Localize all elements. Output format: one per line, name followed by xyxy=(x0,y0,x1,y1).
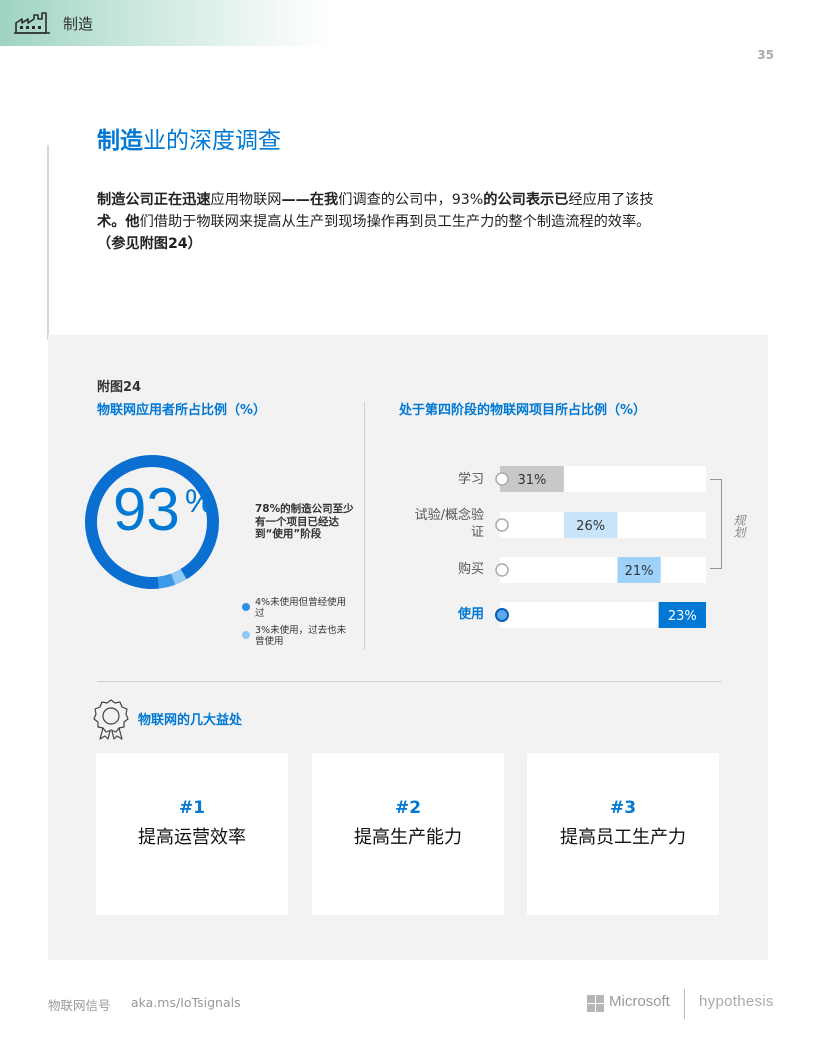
page-title: 制造业的深度调查 xyxy=(97,128,281,154)
legend-dot xyxy=(242,631,250,639)
bar-label-purchase: 购买 xyxy=(457,562,484,577)
legend-dot xyxy=(242,603,250,611)
vertical-divider xyxy=(364,402,365,650)
donut-percent-sign: % xyxy=(185,483,214,519)
benefit-rank: #2 xyxy=(394,798,422,818)
benefit-text: 提高生产能力 xyxy=(354,827,462,848)
page-number: 35 xyxy=(757,48,774,62)
bar-chart-title: 处于第四阶段的物联网项目所占比例（%） xyxy=(399,403,647,418)
bar-label-learning: 学习 xyxy=(457,472,484,487)
donut-note: 78%的制造公司至少有一个项目已经达到“使用”阶段 xyxy=(255,503,354,540)
footer-separator xyxy=(684,989,685,1019)
horizontal-divider xyxy=(97,681,722,682)
donut-chart-title: 物联网应用者所占比例（%） xyxy=(97,403,267,418)
planning-bracket xyxy=(710,479,722,569)
benefit-card-3: #3 提高员工生产力 xyxy=(527,753,719,915)
benefit-text: 提高员工生产力 xyxy=(560,827,686,848)
factory-icon xyxy=(14,12,50,34)
benefit-card-1: #1 提高运营效率 xyxy=(96,753,288,915)
header-title: 制造 xyxy=(63,15,94,33)
intro-paragraph: 制造公司正在迅速应用物联网——在我们调查的公司中，93%的公司表示已经应用了该技… xyxy=(97,192,654,252)
benefit-rank: #3 xyxy=(609,798,637,818)
hypothesis-wordmark: hypothesis xyxy=(699,993,774,1010)
benefit-rank: #1 xyxy=(178,798,206,818)
section-header-tab: 制造 xyxy=(0,0,330,46)
microsoft-wordmark: Microsoft xyxy=(609,993,670,1010)
donut-big-value: 93 xyxy=(113,476,180,543)
left-rule xyxy=(47,145,49,340)
bar-label-using: 使用 xyxy=(457,607,484,622)
footer-link[interactable]: aka.ms/IoTsignals xyxy=(131,995,241,1010)
figure-label: 附图24 xyxy=(97,380,142,395)
benefits-title: 物联网的几大益处 xyxy=(138,713,243,728)
bar-label-trial: 试验/概念验证 xyxy=(414,508,484,540)
award-badge-icon xyxy=(93,699,129,740)
figure-reference: （参见附图24） xyxy=(97,236,202,252)
benefit-text: 提高运营效率 xyxy=(138,827,246,848)
footer-series-name: 物联网信号 xyxy=(48,998,111,1013)
benefit-card-2: #2 提高生产能力 xyxy=(312,753,504,915)
microsoft-logo-icon xyxy=(587,995,604,1012)
planning-label: 规划 xyxy=(732,514,746,538)
